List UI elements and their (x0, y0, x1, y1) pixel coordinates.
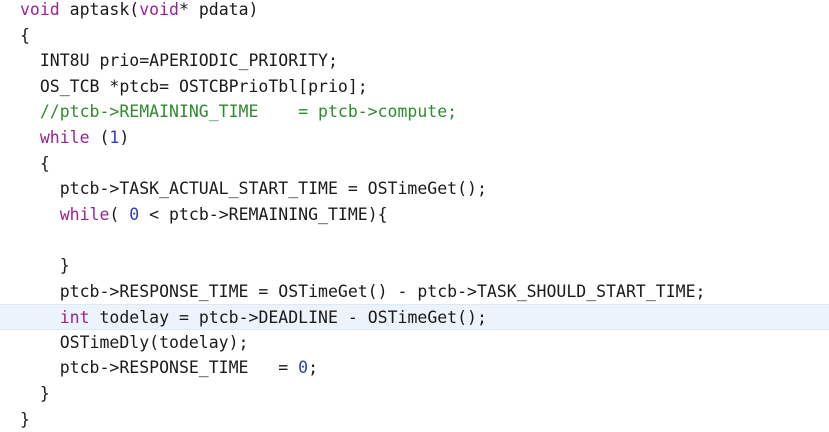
code-line[interactable]: { (0, 151, 829, 176)
code-line[interactable]: INT8U prio=APERIODIC_PRIORITY; (0, 48, 829, 73)
code-token: ; (308, 358, 319, 378)
code-line[interactable]: } (0, 381, 829, 406)
code-token: * pdata) (178, 0, 259, 19)
code-line[interactable]: } (0, 407, 829, 432)
code-line[interactable]: while (1) (0, 125, 829, 150)
code-token: } (20, 384, 50, 403)
code-token: ptcb->RESPONSE_TIME = (20, 358, 299, 378)
code-token: void (139, 0, 179, 19)
code-token: ) (119, 128, 130, 147)
code-token: 1 (109, 128, 120, 147)
code-line-current[interactable]: int todelay = ptcb->DEADLINE - OSTimeGet… (0, 304, 829, 331)
code-token: while (39, 128, 90, 147)
code-token: } (20, 256, 70, 275)
code-token: //ptcb->REMAINING_TIME = ptcb->compute; (20, 102, 458, 122)
code-line[interactable]: ptcb->RESPONSE_TIME = OSTimeGet() - ptcb… (0, 279, 829, 304)
code-token: INT8U prio=APERIODIC_PRIORITY; (20, 51, 338, 71)
code-token: void (20, 0, 60, 19)
code-token: OS_TCB *ptcb= OSTCBPrioTbl[prio]; (20, 76, 368, 96)
code-editor[interactable]: void aptask(void* pdata){ INT8U prio=APE… (0, 0, 829, 429)
code-token: 0 (298, 358, 309, 378)
code-token: ( (89, 128, 110, 147)
code-line[interactable]: while( 0 < ptcb->REMAINING_TIME){ (0, 202, 829, 227)
code-token: aptask( (59, 0, 140, 19)
code-token: ptcb->RESPONSE_TIME = OSTimeGet() - ptcb… (20, 281, 706, 301)
code-line[interactable]: OSTimeDly(todelay); (0, 330, 829, 355)
code-token: 0 (129, 204, 140, 224)
code-token: ( (109, 204, 130, 224)
code-line[interactable]: //ptcb->REMAINING_TIME = ptcb->compute; (0, 99, 829, 124)
code-token: < ptcb->REMAINING_TIME){ (139, 204, 388, 224)
code-token: OSTimeDly(todelay); (20, 332, 249, 352)
code-token: while (59, 204, 110, 224)
code-line[interactable]: ptcb->TASK_ACTUAL_START_TIME = OSTimeGet… (0, 176, 829, 201)
code-token: ptcb->TASK_ACTUAL_START_TIME = OSTimeGet… (20, 179, 487, 199)
code-token: { (20, 153, 50, 173)
code-line[interactable]: { (0, 23, 829, 48)
code-token: } (20, 409, 30, 429)
code-line[interactable]: } (0, 253, 829, 278)
code-token: { (20, 25, 30, 45)
code-line[interactable]: ptcb->RESPONSE_TIME = 0; (0, 355, 829, 380)
code-line[interactable]: void aptask(void* pdata) (0, 0, 829, 22)
code-line[interactable] (0, 227, 829, 252)
code-line[interactable]: OS_TCB *ptcb= OSTCBPrioTbl[prio]; (0, 74, 829, 99)
code-token: int (59, 308, 90, 328)
code-token: todelay = ptcb->DEADLINE - OSTimeGet(); (89, 308, 487, 328)
